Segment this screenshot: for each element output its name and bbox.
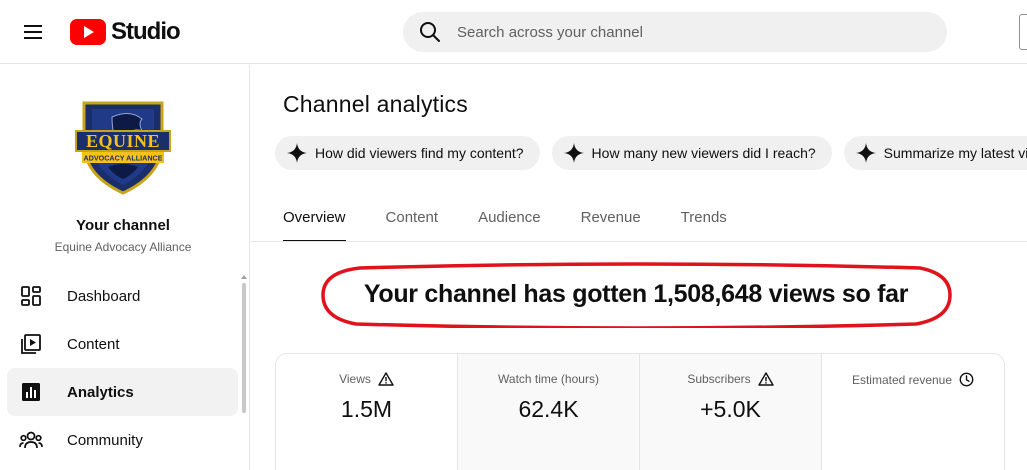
metric-label-row: Watch time (hours) <box>458 372 639 386</box>
analytics-icon <box>19 380 43 404</box>
page-title: Channel analytics <box>283 91 468 117</box>
chip-label: How many new viewers did I reach? <box>591 145 816 161</box>
sidebar-item-dashboard[interactable]: Dashboard <box>7 272 238 320</box>
tab-revenue[interactable]: Revenue <box>581 196 641 242</box>
chip-summarize-latest[interactable]: Summarize my latest video <box>843 136 1027 170</box>
metric-label-row: Subscribers <box>640 372 821 386</box>
dashboard-icon <box>19 284 43 308</box>
analytics-tabs: Overview Content Audience Revenue Trends <box>283 196 767 242</box>
metric-views[interactable]: Views 1.5M <box>276 354 458 470</box>
chip-label: How did viewers find my content? <box>315 145 524 161</box>
sparkle-icon <box>563 142 585 164</box>
views-headline-annotation: Your channel has gotten 1,508,648 views … <box>320 262 952 328</box>
chip-new-viewers[interactable]: How many new viewers did I reach? <box>551 136 832 170</box>
search-input[interactable] <box>457 23 897 41</box>
sidebar-item-label: Community <box>67 431 143 449</box>
tab-content[interactable]: Content <box>386 196 439 242</box>
logo-text: Studio <box>111 18 181 45</box>
studio-logo[interactable]: Studio <box>70 15 181 49</box>
channel-avatar[interactable]: EQUINE ADVOCACY ALLIANCE <box>72 97 174 199</box>
search-bar[interactable] <box>403 12 947 52</box>
metric-subscribers[interactable]: Subscribers +5.0K <box>640 354 822 470</box>
sidebar-item-content[interactable]: Content <box>7 320 238 368</box>
metric-label-row: Views <box>276 372 457 386</box>
sidebar-scrollbar[interactable] <box>242 283 246 413</box>
sidebar-nav: Dashboard Content Analytics Community <box>7 272 238 464</box>
search-icon <box>420 22 440 42</box>
sidebar-item-label: Analytics <box>67 383 134 401</box>
sidebar: EQUINE ADVOCACY ALLIANCE Your channel Eq… <box>0 65 250 470</box>
metric-watch-time[interactable]: Watch time (hours) 62.4K <box>458 354 640 470</box>
sidebar-item-community[interactable]: Community <box>7 416 238 464</box>
metric-label: Views <box>339 372 371 386</box>
sidebar-item-label: Content <box>67 335 120 353</box>
channel-name: Equine Advocacy Alliance <box>54 240 192 254</box>
youtube-play-icon <box>70 19 106 45</box>
avatar-text-top: EQUINE <box>86 131 160 151</box>
tab-overview[interactable]: Overview <box>283 196 346 242</box>
chip-find-content[interactable]: How did viewers find my content? <box>275 136 540 170</box>
sparkle-icon <box>855 142 877 164</box>
chip-label: Summarize my latest video <box>883 145 1027 161</box>
metric-label: Subscribers <box>687 372 751 386</box>
community-icon <box>19 428 43 452</box>
metrics-card: Views 1.5M Watch time (hours) 62.4K Subs… <box>275 353 1005 470</box>
sparkle-icon <box>286 142 308 164</box>
equine-shield-logo: EQUINE ADVOCACY ALLIANCE <box>75 101 171 195</box>
metric-label-row: Estimated revenue <box>822 372 1004 387</box>
warning-icon <box>757 372 774 386</box>
metric-label: Estimated revenue <box>851 372 953 387</box>
tabs-divider <box>251 241 1027 242</box>
tab-audience[interactable]: Audience <box>478 196 541 242</box>
avatar-text-bottom: ADVOCACY ALLIANCE <box>83 154 162 163</box>
menu-button[interactable] <box>14 14 52 50</box>
metric-value: +5.0K <box>700 396 761 422</box>
clock-icon <box>959 372 974 387</box>
sidebar-item-analytics[interactable]: Analytics <box>7 368 238 416</box>
metric-estimated-revenue[interactable]: Estimated revenue <box>822 354 1004 470</box>
header-action-button-edge[interactable] <box>1019 14 1027 50</box>
suggestion-chips: How did viewers find my content? How man… <box>275 136 1027 170</box>
views-headline: Your channel has gotten 1,508,648 views … <box>363 280 909 308</box>
hamburger-icon <box>24 25 42 39</box>
sidebar-item-label: Dashboard <box>67 287 141 305</box>
metric-label: Watch time (hours) <box>498 372 599 386</box>
content-icon <box>19 332 43 356</box>
metric-value: 1.5M <box>340 396 393 422</box>
metric-value: 62.4K <box>518 396 579 422</box>
top-app-bar: Studio <box>0 0 1027 64</box>
scrollbar-up-arrow[interactable] <box>241 275 247 279</box>
warning-icon <box>378 372 394 386</box>
channel-title: Your channel <box>76 217 170 234</box>
tab-trends[interactable]: Trends <box>681 196 727 242</box>
